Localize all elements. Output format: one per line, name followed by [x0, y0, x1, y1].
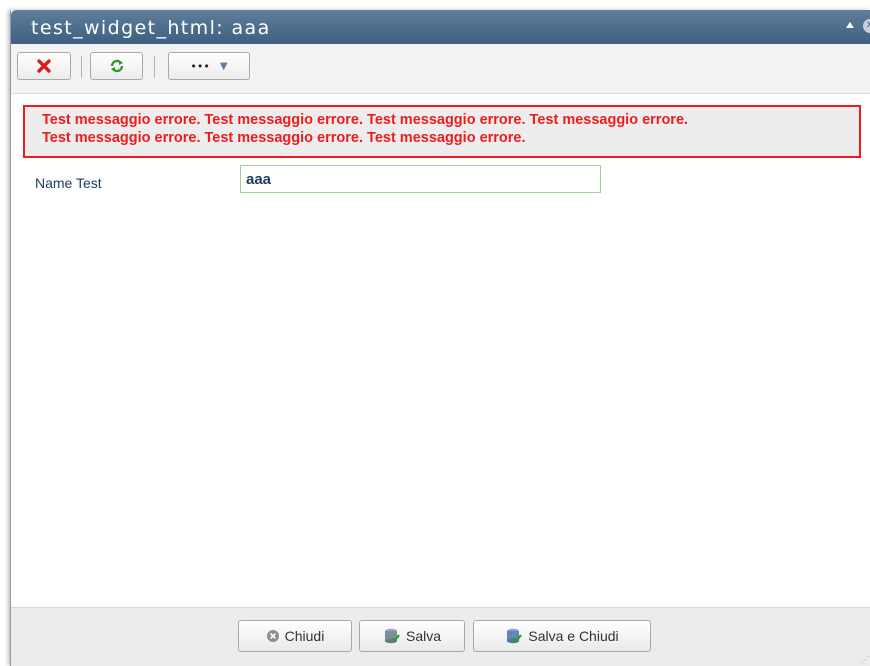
widget-window: test_widget_html: aaa ✕ ••• ▼ Test messa… [10, 10, 870, 666]
toolbar: ••• ▼ [11, 44, 870, 94]
close-window-icon[interactable]: ✕ [863, 19, 870, 33]
name-test-label: Name Test [35, 175, 102, 191]
salva-label: Salva [405, 628, 442, 644]
title-bar[interactable]: test_widget_html: aaa ✕ [11, 10, 870, 44]
error-message-box: Test messaggio errore. Test messaggio er… [23, 105, 861, 158]
footer-bar: Chiudi Salva Salva e Chiudi ⋰ [11, 607, 870, 666]
salva-button[interactable]: Salva [359, 620, 465, 652]
salva-e-chiudi-label: Salva e Chiudi [528, 628, 619, 644]
error-message-line: Test messaggio errore. Test messaggio er… [42, 112, 689, 128]
toolbar-separator [81, 56, 82, 78]
more-actions-dropdown[interactable]: ••• ▼ [168, 52, 250, 80]
close-toolbar-button[interactable] [17, 52, 71, 80]
salva-e-chiudi-button[interactable]: Salva e Chiudi [473, 620, 651, 652]
red-x-icon [37, 59, 51, 73]
chiudi-button[interactable]: Chiudi [238, 620, 352, 652]
name-test-input[interactable] [240, 165, 601, 193]
error-message-line: Test messaggio errore. Test messaggio er… [42, 130, 526, 146]
refresh-button[interactable] [90, 52, 143, 80]
resize-grip-icon[interactable]: ⋰ [861, 655, 869, 664]
close-circle-icon [266, 629, 280, 643]
form-content: Test messaggio errore. Test messaggio er… [11, 94, 870, 608]
chevron-down-icon: ▼ [219, 60, 228, 72]
toolbar-separator [154, 56, 155, 78]
refresh-icon [110, 59, 123, 73]
database-save-icon [383, 627, 401, 645]
chiudi-label: Chiudi [284, 628, 325, 644]
database-save-close-icon [505, 627, 523, 645]
collapse-icon[interactable] [846, 22, 854, 28]
more-dots-icon: ••• [190, 59, 210, 73]
window-title: test_widget_html: aaa [31, 17, 271, 39]
